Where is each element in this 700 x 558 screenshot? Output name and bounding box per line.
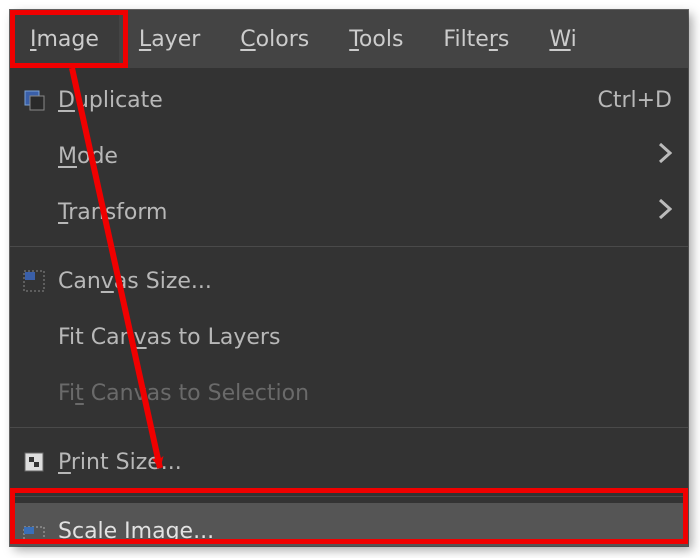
menu-label: Fit Canvas to Layers	[54, 325, 672, 350]
menu-scale-image[interactable]: Scale Image...	[10, 503, 688, 546]
menu-duplicate[interactable]: Duplicate Ctrl+D	[10, 72, 688, 128]
menubar-tools[interactable]: Tools	[329, 10, 423, 68]
menubar: Image Layer Colors Tools Filters Wi	[10, 10, 688, 68]
menu-separator	[10, 496, 688, 497]
menu-label: Print Size...	[54, 450, 672, 475]
menu-print-size[interactable]: Print Size...	[10, 434, 688, 490]
menu-accel: Ctrl+D	[577, 88, 672, 113]
menu-transform[interactable]: Transform	[10, 184, 688, 240]
menu-label: Fit Canvas to Selection	[54, 381, 672, 406]
scale-icon	[14, 511, 54, 546]
menu-label: Canvas Size...	[54, 269, 672, 294]
menubar-layer[interactable]: Layer	[119, 10, 220, 68]
menu-label: Transform	[54, 200, 638, 225]
empty-icon	[14, 136, 54, 176]
duplicate-icon	[14, 80, 54, 120]
menu-mode[interactable]: Mode	[10, 128, 688, 184]
chevron-right-icon	[638, 142, 672, 170]
menu-canvas-size[interactable]: Canvas Size...	[10, 253, 688, 309]
menu-separator	[10, 246, 688, 247]
chevron-right-icon	[638, 198, 672, 226]
empty-icon	[14, 373, 54, 413]
menu-label: Duplicate	[54, 88, 577, 113]
menubar-colors[interactable]: Colors	[220, 10, 329, 68]
menubar-filters[interactable]: Filters	[423, 10, 529, 68]
menu-fit-canvas-layers[interactable]: Fit Canvas to Layers	[10, 309, 688, 365]
menu-label: Scale Image...	[54, 519, 672, 544]
image-menu: Duplicate Ctrl+D Mode Transform	[10, 68, 688, 546]
app-frame: Image Layer Colors Tools Filters Wi Dup	[10, 10, 688, 546]
empty-icon	[14, 192, 54, 232]
menu-label: Mode	[54, 144, 638, 169]
menubar-windows[interactable]: Wi	[529, 10, 576, 68]
menu-separator	[10, 427, 688, 428]
menu-fit-canvas-selection: Fit Canvas to Selection	[10, 365, 688, 421]
menubar-image[interactable]: Image	[10, 10, 119, 68]
print-icon	[14, 442, 54, 482]
empty-icon	[14, 317, 54, 357]
canvas-icon	[14, 261, 54, 301]
